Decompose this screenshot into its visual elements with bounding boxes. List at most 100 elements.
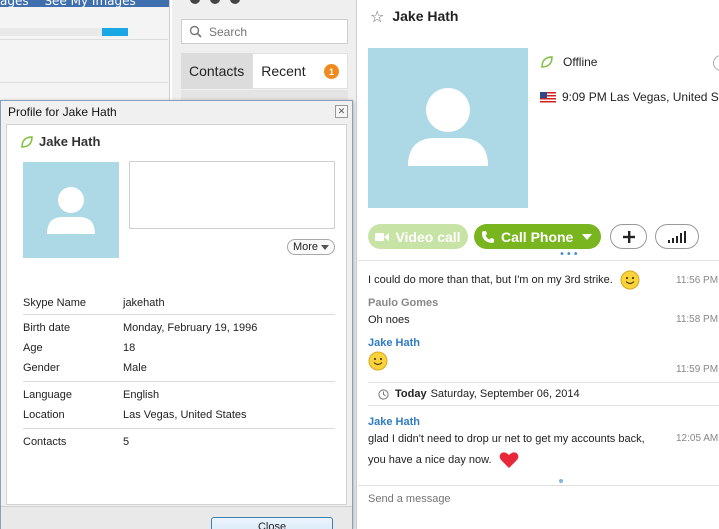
video-call-button[interactable]: Video call xyxy=(368,224,468,249)
search-input[interactable] xyxy=(209,24,339,39)
day-divider: Today Saturday, September 06, 2014 xyxy=(368,382,719,406)
local-time-text: 9:09 PM Las Vegas, United States xyxy=(562,90,719,104)
notification-badge: 1 xyxy=(324,64,339,79)
default-avatar-icon xyxy=(408,88,488,166)
status-text: Offline xyxy=(563,55,598,69)
field-label: Birth date xyxy=(23,322,71,334)
field-value: Las Vegas, United States xyxy=(123,409,247,421)
field-label: Contacts xyxy=(23,436,67,448)
day-date: Saturday, September 06, 2014 xyxy=(430,388,580,400)
contact-name: Jake Hath xyxy=(392,8,459,24)
profile-dialog: Profile for Jake Hath ✕ Jake Hath More S… xyxy=(0,100,353,529)
browser-topbar: ages See My Images xyxy=(0,0,169,8)
video-camera-icon xyxy=(375,232,390,241)
field-label: Location xyxy=(23,409,65,421)
default-avatar-icon xyxy=(47,187,95,234)
chevron-down-icon[interactable] xyxy=(582,234,592,240)
message-input[interactable] xyxy=(368,493,668,505)
scroll-indicator[interactable] xyxy=(559,479,563,483)
divider xyxy=(358,260,719,261)
field-value: jakehath xyxy=(123,297,165,309)
offline-status-icon xyxy=(21,135,33,148)
offline-status-icon xyxy=(541,56,553,68)
field-value: Male xyxy=(123,362,147,374)
close-button[interactable]: Close xyxy=(211,517,333,529)
message-body: you have a nice day now. xyxy=(368,453,492,466)
message-sender[interactable]: Paulo Gomes xyxy=(368,297,438,309)
chat-pane: ☆ Jake Hath Offline 9:09 PM Las Vegas, U… xyxy=(358,0,719,529)
mood-message-box xyxy=(129,161,335,229)
profile-name-row: Jake Hath xyxy=(20,134,100,149)
field-label: Gender xyxy=(23,362,60,374)
message-sender[interactable]: Jake Hath xyxy=(368,337,420,349)
chevron-down-icon xyxy=(321,244,330,250)
signal-bars-icon xyxy=(668,230,686,243)
favorite-star-icon[interactable]: ☆ xyxy=(370,7,384,26)
profile-name: Jake Hath xyxy=(39,134,101,149)
message-text xyxy=(364,351,388,371)
call-phone-label: Call Phone xyxy=(501,228,574,245)
call-actions: Video call Call Phone xyxy=(368,224,719,249)
more-label: More xyxy=(292,241,319,253)
field-value: 18 xyxy=(123,342,136,354)
local-time: 9:09 PM Las Vegas, United States xyxy=(540,90,719,104)
message-text: you have a nice day now. xyxy=(368,451,519,469)
search-box[interactable] xyxy=(181,19,348,44)
message-text: glad I didn't need to drop ur net to get… xyxy=(368,433,645,445)
browser-link[interactable]: See My Images xyxy=(44,0,135,8)
phone-icon xyxy=(482,230,494,243)
smile-emoji-icon xyxy=(368,351,388,371)
contact-status: Offline xyxy=(540,55,597,69)
message-body: I could do more than that, but I'm on my… xyxy=(368,273,613,286)
contact-avatar[interactable] xyxy=(368,48,528,208)
close-button-label: Close xyxy=(257,521,287,529)
field-value: English xyxy=(123,389,160,401)
dialog-title: Profile for Jake Hath xyxy=(8,105,117,119)
clock-icon xyxy=(378,388,389,400)
close-icon[interactable]: ✕ xyxy=(335,105,348,118)
more-dots-icon[interactable]: ••• xyxy=(559,249,580,260)
tab-recent[interactable]: Recent 1 xyxy=(252,53,348,89)
field-value: Monday, February 19, 1996 xyxy=(123,322,258,334)
tab-label: Contacts xyxy=(189,63,245,79)
us-flag-icon xyxy=(540,91,556,103)
call-phone-button[interactable]: Call Phone xyxy=(474,224,601,249)
message-timestamp: 12:05 AM xyxy=(676,433,719,444)
day-label: Today xyxy=(395,388,427,400)
status-dot-icon[interactable] xyxy=(230,0,240,4)
divider xyxy=(23,381,335,382)
status-dot-icon[interactable] xyxy=(210,0,220,4)
tab-contacts[interactable]: Contacts xyxy=(181,53,253,89)
browser-progress-bar xyxy=(102,28,128,36)
more-button[interactable]: More xyxy=(287,239,335,255)
divider xyxy=(23,428,335,429)
message-text: Oh noes xyxy=(368,314,410,326)
sidebar-top-icons xyxy=(190,0,270,4)
dialog-footer: Close xyxy=(1,506,352,529)
call-quality-button[interactable] xyxy=(655,224,699,249)
browser-link[interactable]: ages xyxy=(0,0,29,8)
plus-icon xyxy=(622,230,635,243)
tab-label: Recent xyxy=(261,63,306,79)
message-timestamp: 11:59 PM xyxy=(676,364,719,375)
heart-emoji-icon xyxy=(499,452,518,468)
profile-toggle-button[interactable] xyxy=(713,55,719,71)
profile-avatar xyxy=(23,162,119,258)
field-value: 5 xyxy=(123,436,130,448)
compose-area xyxy=(358,485,719,529)
video-call-label: Video call xyxy=(395,228,461,245)
dialog-titlebar[interactable]: Profile for Jake Hath ✕ xyxy=(1,101,352,123)
browser-top-links: ages See My Images xyxy=(0,0,148,8)
message-text: I could do more than that, but I'm on my… xyxy=(368,270,640,290)
profile-body: Jake Hath More Skype Name jakehath Birth… xyxy=(6,124,347,505)
divider xyxy=(23,314,335,315)
search-icon xyxy=(189,25,202,38)
message-sender[interactable]: Jake Hath xyxy=(368,416,420,428)
field-label: Language xyxy=(23,389,72,401)
field-label: Age xyxy=(23,342,43,354)
status-dot-icon[interactable] xyxy=(190,0,200,4)
chat-header: ☆ Jake Hath xyxy=(370,6,459,26)
smile-emoji-icon xyxy=(620,270,640,290)
add-people-button[interactable] xyxy=(610,224,647,249)
divider xyxy=(0,82,168,83)
